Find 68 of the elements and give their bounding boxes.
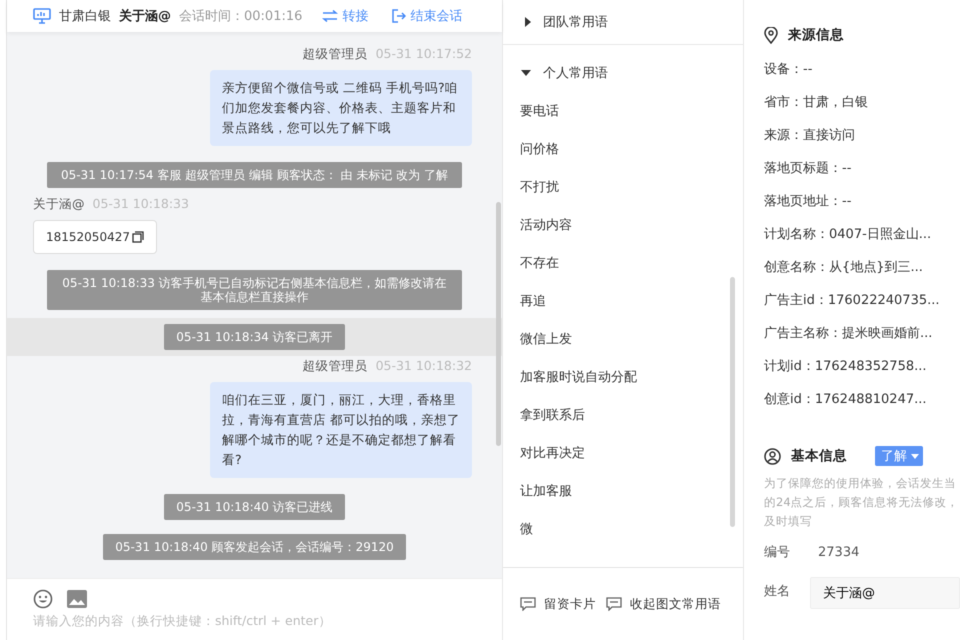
system-notice: 05-31 10:18:33 访客手机号已自动标记右侧基本信息栏，如需修改请在基本信息栏直接操作 [47,270,462,310]
user-icon [764,448,781,464]
info-row-text: 创意id：176248810247... [764,391,928,409]
section-title: 来源信息 [788,26,844,44]
message-time: 05-31 10:18:32 [376,358,472,375]
monitor-icon [33,8,51,24]
visitor-name: 关于涵@ [119,8,171,25]
sender-name: 关于涵@ [33,196,84,213]
sender-name: 超级管理员 [302,358,368,375]
message-bubble: 咱们在三亚，厦门，丽江，大理，香格里拉，青海有直营店 都可以拍的哦，亲想了解哪个城市的呢？还是不确定都想了解看看? [210,382,472,478]
phrase-item[interactable]: 对比再决定 [503,435,743,473]
caret-down-icon [521,70,531,76]
message-bubble: 亲方便留个微信号或 二维码 手机号吗?咱们加您发套餐内容、价格表、主题客片和景点路线，您可以先了解下哦 [210,70,472,146]
message-time: 05-31 10:18:33 [92,196,189,213]
swap-arrows-icon [322,10,338,22]
phrase-group-toggle[interactable]: 团队常用语 [503,0,743,45]
image-icon[interactable] [67,590,87,608]
group-label: 个人常用语 [543,65,608,82]
info-row-text: 计划名称：0407-日照金山... [764,226,932,244]
caret-down-icon [911,454,919,458]
phrase-item[interactable]: 要电话 [503,93,743,131]
emoji-icon[interactable] [33,589,53,609]
info-row-text: 落地页标题：-- [764,160,852,178]
info-row-text: 省市：甘肃，白银 [764,94,869,112]
caret-right-icon [525,17,531,27]
comment-icon [520,597,536,611]
info-row-text: 设备：-- [764,61,814,79]
section-title: 基本信息 [791,447,847,465]
exit-icon [392,9,406,23]
notice-text: 及时填写 [764,513,813,530]
phrase-group-toggle[interactable]: 个人常用语 [503,55,743,91]
system-notice: 05-31 10:17:54 客服 超级管理员 编辑 顾客状态： 由 未标记 改为 了解 [47,162,462,188]
copy-icon[interactable] [132,231,144,243]
phrase-item[interactable]: 再追 [503,283,743,321]
field-label: 编号 [764,544,791,561]
system-notice: 05-31 10:18:40 顾客发起会话，会话编号：29120 [103,534,406,560]
notice-text: 的24点之后，顾客信息将无法修改， [764,494,960,511]
phrase-item[interactable]: 微 [503,511,743,549]
info-row-text: 广告主id：176022240735... [764,292,941,310]
phone-number: 18152050427 [46,230,130,244]
group-label: 团队常用语 [543,14,608,31]
info-row-text: 计划id：176248352758... [764,358,928,376]
phrase-item[interactable]: 不打扰 [503,169,743,207]
visitor-location: 甘肃白银 [59,8,111,25]
phrase-action-button[interactable]: 收起图文常用语 [606,596,721,612]
location-pin-icon [764,26,778,44]
sender-name: 超级管理员 [302,46,368,63]
phrase-action-button[interactable]: 留资卡片 [520,596,596,612]
info-row-text: 落地页地址：-- [764,193,852,211]
info-row-text: 来源：直接访问 [764,127,856,145]
system-notice: 05-31 10:18:40 访客已进线 [164,494,345,520]
phrase-item[interactable]: 加客服时说自动分配 [503,359,743,397]
name-field[interactable]: 关于涵@ [810,577,960,609]
notice-text: 为了保障您的使用体验，会话发生当 [764,475,957,492]
field-value: 27334 [818,544,860,560]
comment-icon [606,597,622,611]
phrase-item[interactable]: 微信上发 [503,321,743,359]
phrase-item[interactable]: 问价格 [503,131,743,169]
system-notice: 05-31 10:18:34 访客已离开 [164,324,345,350]
info-row-text: 广告主名称：提米映画婚前... [764,325,934,343]
phrase-item[interactable]: 拿到联系后 [503,397,743,435]
phrase-item[interactable]: 活动内容 [503,207,743,245]
info-row-text: 创意名称：从{地点}到三... [764,259,924,277]
session-time: 会话时间：00:01:16 [179,8,302,25]
field-label: 姓名 [764,583,791,600]
phrase-item[interactable]: 让加客服 [503,473,743,511]
message-time: 05-31 10:17:52 [376,46,472,63]
phrase-item[interactable]: 不存在 [503,245,743,283]
